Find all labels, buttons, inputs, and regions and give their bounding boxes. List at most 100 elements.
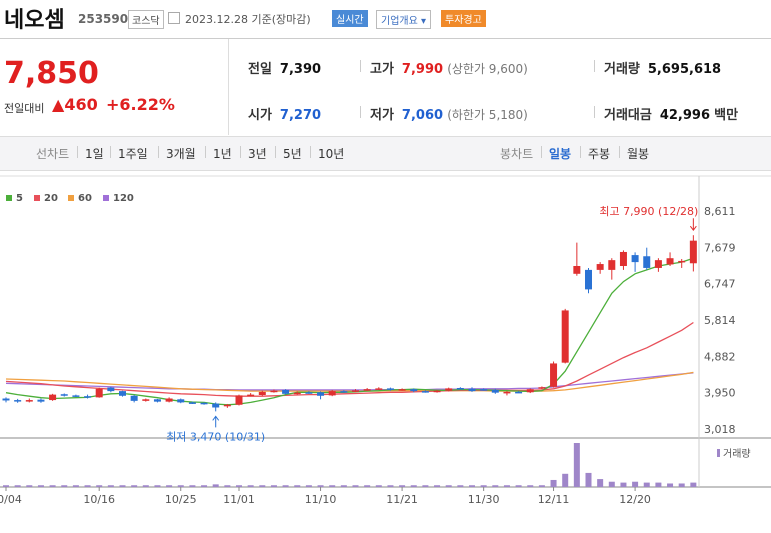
volume-bar: [434, 485, 441, 487]
volume-bar: [177, 485, 184, 487]
volume-bar: [96, 485, 103, 487]
volume-bar: [282, 485, 289, 487]
candle-body: [421, 391, 429, 393]
volume-bar: [294, 485, 301, 487]
candle-body: [49, 394, 57, 401]
candle-body: [526, 389, 534, 393]
candle-body: [608, 260, 616, 270]
volume-bar: [224, 485, 231, 487]
candle-body: [282, 389, 290, 394]
volume-bar: [585, 472, 592, 487]
x-tick-label: 10/25: [165, 493, 197, 506]
candle-body: [666, 258, 674, 265]
volume-bar: [61, 485, 68, 487]
volume-bar: [37, 485, 44, 487]
candle-body: [456, 387, 464, 390]
volume-bar: [119, 485, 126, 487]
y-tick-label: 4,882: [704, 350, 736, 363]
volume-bar: [562, 473, 569, 487]
volume-bar: [166, 485, 173, 487]
candle-body: [678, 260, 686, 263]
volume-bar: [131, 485, 138, 487]
candle-body: [119, 391, 126, 396]
candle-body: [212, 403, 220, 408]
candle-body: [352, 390, 359, 392]
ma20-line: [5, 321, 694, 397]
volume-bar: [608, 481, 615, 487]
candle-body: [503, 391, 511, 394]
volume-bar: [236, 485, 242, 487]
volume-bar: [317, 485, 324, 487]
candle-body: [258, 391, 266, 396]
y-tick-label: 8,611: [704, 205, 736, 218]
candle-body: [200, 402, 208, 405]
volume-bar: [340, 485, 347, 487]
volume-bar: [387, 485, 394, 487]
candle-body: [223, 404, 231, 407]
candle-body: [84, 396, 92, 398]
volume-bar: [247, 485, 254, 487]
candle-body: [72, 395, 80, 397]
candle-body: [386, 388, 394, 390]
candle-body: [363, 389, 371, 391]
low-annotation: 최저 3,470 (10/31): [166, 430, 265, 443]
candle-body: [585, 269, 592, 290]
candle-body: [643, 256, 651, 268]
volume-bar: [620, 482, 627, 487]
candle-body: [235, 395, 243, 405]
y-tick-label: 7,679: [704, 241, 736, 254]
volume-legend-swatch: [717, 449, 720, 457]
candle-body: [689, 240, 697, 264]
candle-body: [142, 399, 150, 401]
candle-body: [550, 363, 558, 387]
candle-body: [60, 394, 68, 396]
candle-body: [270, 390, 278, 393]
candle-body: [631, 255, 639, 263]
candle-body: [130, 395, 138, 401]
volume-bar: [678, 483, 685, 487]
candle-body: [293, 392, 301, 395]
volume-bar: [690, 482, 697, 487]
low-arrow-icon: [212, 415, 220, 428]
y-tick-label: 3,950: [704, 387, 736, 400]
candle-body: [480, 389, 488, 391]
volume-bar: [189, 485, 196, 487]
volume-bar: [597, 479, 604, 487]
volume-bar: [469, 485, 475, 487]
y-tick-label: 5,814: [704, 314, 736, 327]
candle-body: [95, 388, 103, 398]
volume-bar: [259, 485, 266, 487]
volume-bar: [457, 485, 464, 487]
volume-bar: [154, 485, 161, 487]
candle-body: [515, 391, 523, 394]
ma120-line: [5, 372, 694, 391]
candle-body: [538, 387, 546, 389]
volume-bar: [655, 482, 662, 487]
price-chart[interactable]: 8,611 7,679 6,747 5,814 4,882 3,950 3,018 10/04…: [0, 0, 771, 533]
volume-bar: [573, 443, 580, 487]
volume-bar: [480, 485, 487, 487]
candle-body: [247, 394, 255, 397]
volume-bar: [632, 481, 639, 487]
volume-bar: [14, 485, 21, 487]
candle-body: [654, 260, 662, 268]
candle-body: [398, 389, 406, 391]
volume-bar: [305, 485, 312, 487]
volume-bar: [515, 485, 522, 487]
volume-bar: [410, 485, 417, 487]
volume-label: 거래량: [723, 448, 751, 460]
candle-body: [37, 399, 45, 402]
high-annotation: 최고 7,990 (12/28): [599, 205, 698, 218]
candle-body: [619, 251, 627, 266]
candle-body: [165, 398, 173, 402]
candle-body: [433, 390, 441, 393]
x-tick-label: 12/20: [619, 493, 651, 506]
volume-bar: [107, 485, 114, 487]
candle-body: [188, 402, 196, 404]
candle-body: [596, 264, 604, 270]
volume-bar: [329, 485, 336, 487]
candle-body: [2, 398, 10, 401]
volume-bar: [72, 485, 79, 487]
x-tick-label: 11/01: [223, 493, 255, 506]
volume-bar: [212, 484, 219, 487]
